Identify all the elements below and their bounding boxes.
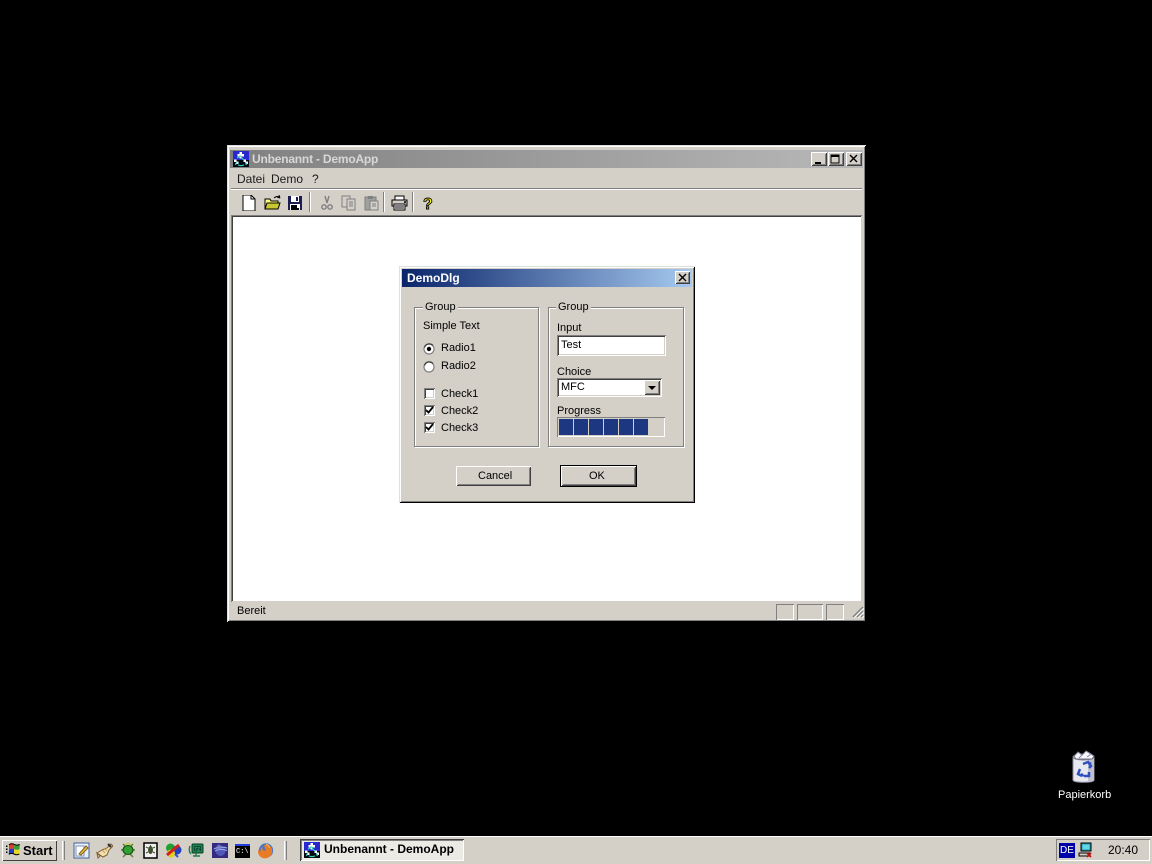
- svg-text:?: ?: [423, 196, 433, 211]
- svg-text:TZ: TZ: [195, 847, 201, 852]
- svg-text:C:\: C:\: [236, 848, 249, 856]
